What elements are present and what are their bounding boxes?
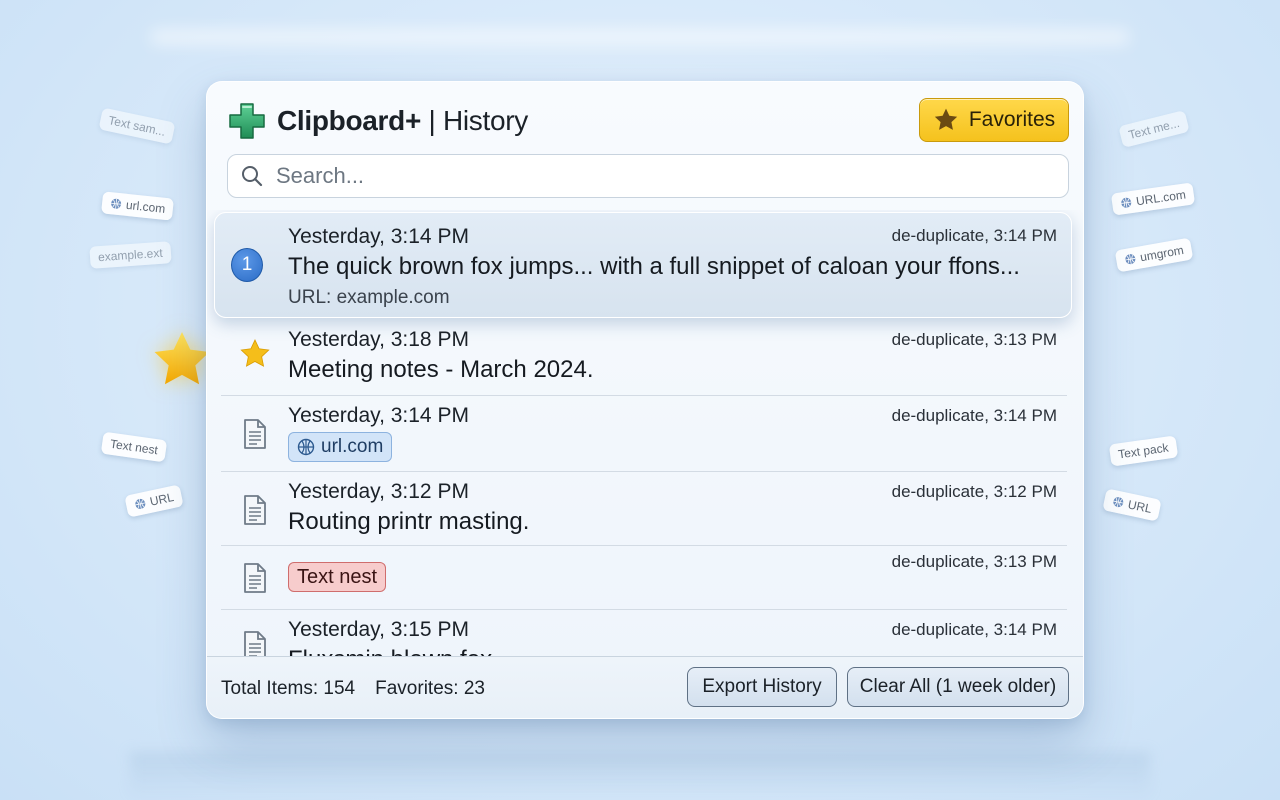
entry-meta: de-duplicate, 3:14 PM: [891, 620, 1057, 639]
floating-chip-label: url.com: [125, 197, 166, 216]
history-entry[interactable]: Yesterday, 3:14 PM de-duplicate, 3:14 PM…: [221, 396, 1067, 472]
star-icon: [934, 108, 957, 130]
url-tag-label: url.com: [321, 436, 384, 457]
floating-chip-label: URL: [1126, 497, 1154, 517]
entry-text: Fluxsmin blown fox...: [288, 646, 512, 656]
entry-meta: de-duplicate, 3:14 PM: [891, 406, 1057, 425]
entry-meta: de-duplicate, 3:14 PM: [891, 226, 1057, 245]
entry-type-icon: [239, 562, 271, 594]
title-separator: |: [421, 105, 443, 136]
total-items-count: Total Items: 154: [221, 678, 356, 699]
entry-time: Yesterday, 3:14 PM: [288, 225, 469, 248]
search-input[interactable]: [274, 162, 1038, 190]
section-name: History: [442, 105, 528, 136]
window-header: Clipboard+ | History Favorites: [227, 98, 1069, 144]
favorites-button[interactable]: Favorites: [919, 98, 1069, 142]
history-entry[interactable]: Yesterday, 3:12 PM de-duplicate, 3:12 PM…: [221, 472, 1067, 546]
history-list: 1 Yesterday, 3:14 PM de-duplicate, 3:14 …: [207, 210, 1083, 656]
entry-type-icon: [239, 494, 271, 526]
entry-number-badge: 1: [231, 248, 263, 282]
floating-chip-label: URL.com: [1135, 187, 1187, 209]
favorite-star[interactable]: [239, 338, 271, 370]
history-entry[interactable]: de-duplicate, 3:13 PM Text nest: [221, 546, 1067, 610]
glowing-star-icon: [154, 332, 210, 385]
document-icon: [244, 563, 266, 593]
entry-meta: de-duplicate, 3:13 PM: [891, 330, 1057, 349]
floating-chip: Text pack: [1108, 435, 1178, 467]
entry-meta: de-duplicate, 3:12 PM: [891, 482, 1057, 501]
entry-text: Meeting notes - March 2024.: [288, 356, 594, 383]
export-history-button[interactable]: Export History: [687, 667, 837, 707]
document-icon: [244, 419, 266, 449]
entry-time: Yesterday, 3:18 PM: [288, 328, 469, 351]
floating-chip-label: umgrom: [1138, 242, 1185, 265]
history-entry-selected[interactable]: 1 Yesterday, 3:14 PM de-duplicate, 3:14 …: [214, 212, 1072, 318]
floating-chip: URL.com: [1110, 182, 1196, 216]
entry-meta: de-duplicate, 3:13 PM: [891, 552, 1057, 571]
floating-chip: Text me...: [1118, 110, 1190, 148]
background-glow: [150, 30, 1130, 44]
floating-chip-label: Text pack: [1117, 440, 1170, 462]
floating-chip: example.ext: [89, 241, 172, 269]
globe-icon: [111, 198, 122, 209]
floating-chip: Text sam...: [98, 107, 176, 145]
clear-all-button[interactable]: Clear All (1 week older): [847, 667, 1069, 707]
globe-icon: [297, 438, 315, 456]
star-icon: [240, 339, 270, 367]
app-name: Clipboard+: [277, 105, 422, 136]
entry-url: URL: example.com: [288, 287, 450, 308]
globe-icon: [1113, 497, 1124, 508]
globe-icon: [1121, 197, 1132, 208]
floating-chip: umgrom: [1114, 237, 1194, 273]
history-entry[interactable]: Yesterday, 3:18 PM de-duplicate, 3:13 PM…: [221, 320, 1067, 396]
document-icon: [244, 495, 266, 525]
number-badge: 1: [231, 248, 263, 282]
entry-text: The quick brown fox jumps... with a full…: [288, 253, 1020, 280]
entry-time: Yesterday, 3:12 PM: [288, 480, 469, 503]
floating-chip: url.com: [101, 191, 175, 221]
entry-text: Routing printr masting.: [288, 508, 530, 535]
floating-chip-label: Text nest: [109, 436, 159, 458]
entry-type-icon: [239, 418, 271, 450]
globe-icon: [135, 498, 146, 509]
search-bar[interactable]: [227, 154, 1069, 198]
url-tag[interactable]: url.com: [288, 432, 393, 462]
clipboard-window: Clipboard+ | History Favorites 1 Yesterd…: [206, 81, 1084, 719]
floating-chip: Text nest: [100, 431, 168, 463]
window-title: Clipboard+ | History: [277, 105, 528, 137]
floating-chip-label: URL: [148, 489, 176, 509]
footer-stats: Total Items: 154 Favorites: 23: [221, 678, 485, 700]
floating-chip-label: example.ext: [97, 245, 164, 265]
entry-time: Yesterday, 3:15 PM: [288, 618, 469, 641]
floating-chip-label: Text sam...: [107, 113, 167, 139]
favorites-button-label: Favorites: [968, 108, 1056, 131]
background-floor-shadow: [130, 752, 1150, 800]
clipboard-plus-logo-icon: [229, 103, 265, 139]
entry-type-icon: [239, 630, 271, 656]
document-icon: [244, 631, 266, 656]
entry-time: Yesterday, 3:14 PM: [288, 404, 469, 427]
floating-chip: URL: [124, 484, 184, 518]
globe-icon: [1125, 254, 1136, 265]
search-icon: [242, 166, 263, 187]
favorites-count: Favorites: 23: [375, 678, 485, 699]
text-tag[interactable]: Text nest: [288, 562, 387, 592]
history-entry[interactable]: Yesterday, 3:15 PM de-duplicate, 3:14 PM…: [221, 610, 1067, 656]
text-tag-label: Text nest: [297, 565, 378, 588]
floating-chip: URL: [1102, 488, 1162, 522]
window-footer: Total Items: 154 Favorites: 23 Export Hi…: [207, 656, 1083, 718]
floating-chip-label: Text me...: [1127, 115, 1181, 143]
